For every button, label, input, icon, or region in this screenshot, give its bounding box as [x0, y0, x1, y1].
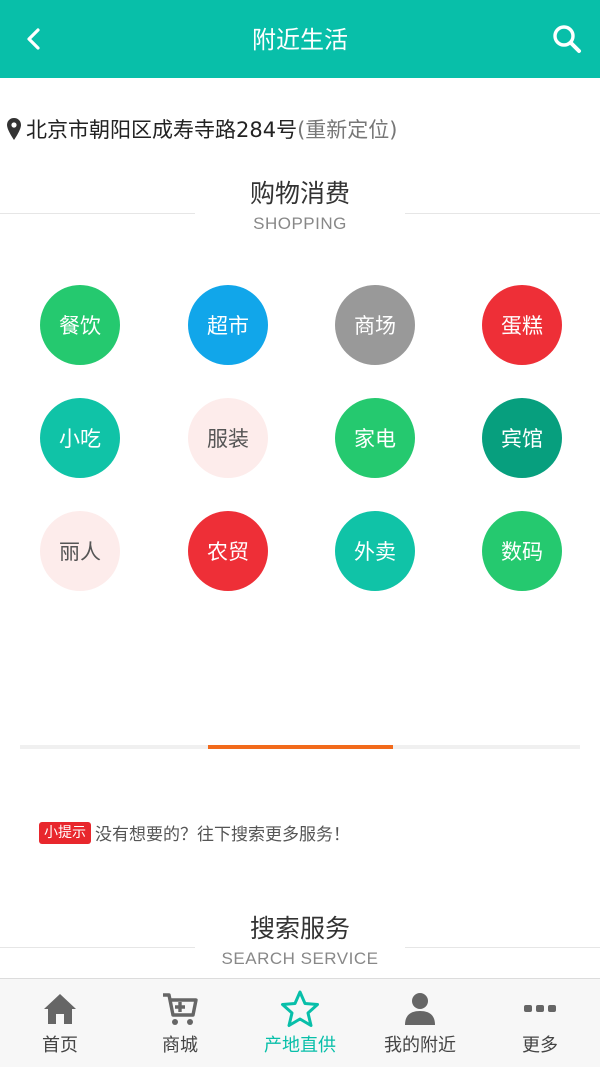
category-digital[interactable]: 数码: [482, 511, 562, 591]
relocate-link[interactable]: (重新定位): [297, 114, 397, 144]
bottom-tab-bar: 首页 商城 产地直供 我的附近 更多: [0, 978, 600, 1067]
header-bar: 附近生活: [0, 0, 600, 78]
category-farm-market[interactable]: 农贸: [188, 511, 268, 591]
category-mall[interactable]: 商场: [335, 285, 415, 365]
tab-label: 更多: [522, 1035, 558, 1056]
cart-icon: [163, 993, 198, 1025]
section-title-en: SEARCH SERVICE: [221, 949, 379, 968]
tab-label: 首页: [42, 1035, 78, 1056]
category-hotel[interactable]: 宾馆: [482, 398, 562, 478]
tab-more[interactable]: 更多: [480, 979, 600, 1067]
tab-home[interactable]: 首页: [0, 979, 120, 1067]
category-snacks[interactable]: 小吃: [40, 398, 120, 478]
tab-mall[interactable]: 商城: [120, 979, 240, 1067]
search-service-section-title: 搜索服务 SEARCH SERVICE: [0, 911, 600, 971]
user-icon: [405, 993, 435, 1025]
location-address: 北京市朝阳区成寿寺路284号: [26, 118, 298, 142]
tip-row: 小提示 没有想要的？往下搜索更多服务！: [39, 820, 350, 845]
category-clothing[interactable]: 服装: [188, 398, 268, 478]
category-beauty[interactable]: 丽人: [40, 511, 120, 591]
section-title-zh: 购物消费: [249, 179, 350, 208]
map-pin-icon: [7, 118, 21, 140]
shopping-section-title: 购物消费 SHOPPING: [0, 176, 600, 236]
category-appliances[interactable]: 家电: [335, 398, 415, 478]
page-indicator-active: [208, 745, 393, 749]
tab-origin-supply[interactable]: 产地直供: [240, 979, 360, 1067]
star-icon: [281, 990, 319, 1027]
section-title-en: SHOPPING: [253, 214, 347, 233]
category-supermarket[interactable]: 超市: [188, 285, 268, 365]
category-catering[interactable]: 餐饮: [40, 285, 120, 365]
category-takeout[interactable]: 外卖: [335, 511, 415, 591]
section-title-zh: 搜索服务: [249, 914, 350, 943]
page-title: 附近生活: [252, 26, 348, 54]
tab-label: 商城: [162, 1035, 198, 1056]
tip-text: 没有想要的？往下搜索更多服务！: [95, 825, 350, 845]
location-bar: 北京市朝阳区成寿寺路284号 (重新定位): [6, 112, 397, 146]
more-icon: [524, 1005, 556, 1012]
home-icon: [44, 994, 76, 1024]
tab-my-nearby[interactable]: 我的附近: [360, 979, 480, 1067]
tab-label: 产地直供: [264, 1035, 336, 1056]
search-icon[interactable]: [550, 22, 584, 56]
category-cake[interactable]: 蛋糕: [482, 285, 562, 365]
tab-label: 我的附近: [384, 1035, 456, 1056]
tip-badge: 小提示: [39, 821, 91, 844]
